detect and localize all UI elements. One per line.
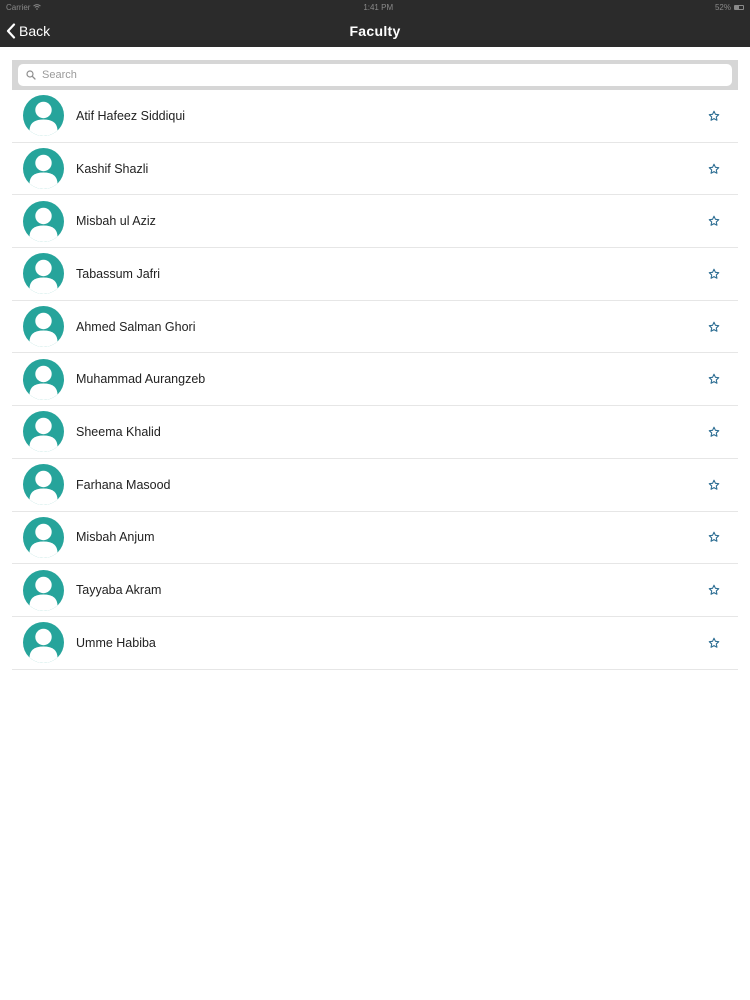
- favorite-star-icon[interactable]: [707, 530, 721, 544]
- person-icon: [29, 576, 58, 611]
- avatar: [23, 306, 64, 348]
- faculty-row[interactable]: Farhana Masood: [12, 459, 738, 512]
- back-button[interactable]: Back: [6, 14, 50, 47]
- faculty-name: Tabassum Jafri: [76, 266, 161, 281]
- avatar: [23, 622, 64, 664]
- status-left: Carrier: [6, 2, 42, 12]
- faculty-name: Atif Hafeez Siddiqui: [76, 108, 186, 123]
- status-right: 52%: [715, 3, 744, 12]
- status-time: 1:41 PM: [363, 2, 394, 12]
- avatar: [23, 148, 64, 190]
- favorite-star-icon[interactable]: [707, 109, 721, 123]
- search-field[interactable]: [18, 64, 732, 86]
- avatar: [23, 95, 64, 137]
- avatar: [23, 464, 64, 506]
- favorite-star-icon[interactable]: [707, 372, 721, 386]
- person-icon: [29, 418, 58, 453]
- favorite-star-icon[interactable]: [707, 267, 721, 281]
- person-icon: [29, 523, 58, 558]
- faculty-list: Atif Hafeez Siddiqui Kashif Shazli Misba…: [12, 90, 738, 670]
- status-bar: Carrier 1:41 PM 52%: [0, 0, 750, 14]
- faculty-name: Ahmed Salman Ghori: [76, 319, 196, 334]
- avatar: [23, 358, 64, 400]
- avatar: [23, 411, 64, 453]
- favorite-star-icon[interactable]: [707, 214, 721, 228]
- faculty-name: Tayyaba Akram: [76, 583, 162, 598]
- faculty-row[interactable]: Tabassum Jafri: [12, 248, 738, 301]
- person-icon: [29, 312, 58, 348]
- faculty-row[interactable]: Ahmed Salman Ghori: [12, 301, 738, 354]
- person-icon: [29, 629, 58, 664]
- back-label: Back: [19, 22, 51, 39]
- faculty-name: Farhana Masood: [76, 477, 171, 492]
- chevron-left-icon: [6, 22, 16, 39]
- faculty-name: Sheema Khalid: [76, 424, 161, 439]
- faculty-row[interactable]: Tayyaba Akram: [12, 564, 738, 617]
- faculty-row[interactable]: Misbah ul Aziz: [12, 195, 738, 249]
- search-input[interactable]: [42, 69, 682, 81]
- search-icon: [26, 70, 36, 80]
- person-icon: [29, 207, 58, 242]
- avatar: [23, 569, 64, 611]
- favorite-star-icon[interactable]: [707, 636, 721, 650]
- person-icon: [29, 365, 58, 400]
- favorite-star-icon[interactable]: [707, 583, 721, 597]
- page-title: Faculty: [349, 22, 401, 39]
- faculty-row[interactable]: Atif Hafeez Siddiqui: [12, 90, 738, 143]
- avatar: [23, 200, 64, 242]
- avatar: [23, 516, 64, 558]
- wifi-icon: [33, 4, 42, 10]
- avatar: [23, 253, 64, 295]
- carrier-label: Carrier: [6, 2, 31, 12]
- person-icon: [29, 154, 58, 190]
- faculty-name: Umme Habiba: [76, 635, 156, 650]
- faculty-name: Kashif Shazli: [76, 161, 149, 176]
- faculty-name: Misbah ul Aziz: [76, 214, 156, 229]
- search-bar: [12, 60, 738, 90]
- faculty-name: Misbah Anjum: [76, 530, 155, 545]
- person-icon: [29, 102, 58, 137]
- favorite-star-icon[interactable]: [707, 425, 721, 439]
- faculty-name: Muhammad Aurangzeb: [76, 372, 206, 387]
- battery-icon: [733, 4, 744, 10]
- favorite-star-icon[interactable]: [707, 162, 721, 176]
- person-icon: [29, 470, 58, 506]
- favorite-star-icon[interactable]: [707, 478, 721, 492]
- person-icon: [29, 260, 58, 295]
- faculty-row[interactable]: Misbah Anjum: [12, 512, 738, 565]
- faculty-row[interactable]: Sheema Khalid: [12, 406, 738, 459]
- faculty-row[interactable]: Umme Habiba: [12, 617, 738, 670]
- favorite-star-icon[interactable]: [707, 320, 721, 334]
- battery-percent: 52%: [714, 2, 731, 12]
- navigation-bar: Back Faculty: [0, 14, 750, 47]
- faculty-row[interactable]: Kashif Shazli: [12, 143, 738, 196]
- faculty-row[interactable]: Muhammad Aurangzeb: [12, 353, 738, 407]
